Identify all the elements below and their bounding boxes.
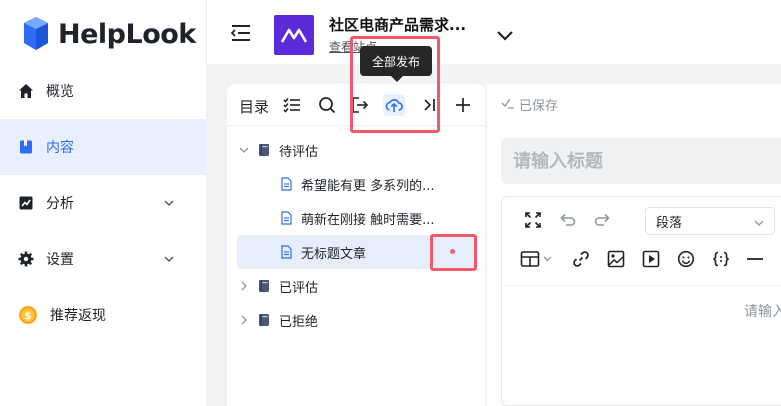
sidebar-item-settings[interactable]: 设置 (0, 231, 207, 287)
saved-check-icon (501, 97, 515, 113)
tree-folder-pending[interactable]: 待评估 (237, 133, 475, 167)
fullscreen-icon[interactable] (522, 209, 544, 231)
toolbar-divider (502, 285, 781, 286)
tree-doc-item[interactable]: 萌新在刚接 触时需要... (237, 201, 475, 235)
tree-doc-item[interactable]: 希望能有更 多系列的... (237, 167, 475, 201)
sidebar-item-analysis[interactable]: 分析 (0, 175, 207, 231)
chevron-down-icon (754, 217, 764, 232)
sidebar-item-label: 内容 (46, 140, 74, 156)
folder-book-icon (257, 313, 271, 327)
undo-icon[interactable] (556, 209, 578, 231)
emoji-icon[interactable] (675, 248, 697, 270)
sidebar-item-overview[interactable]: 概览 (0, 63, 207, 119)
tree-folder-evaluated[interactable]: 已评估 (237, 269, 475, 303)
tree-item-label: 希望能有更 多系列的... (301, 178, 435, 194)
paragraph-style-value: 段落 (656, 215, 683, 231)
knowledge-base-title[interactable]: 社区电商产品需求... (329, 14, 466, 35)
menu-collapse-icon[interactable] (230, 24, 251, 42)
gear-icon (18, 251, 34, 267)
editor-body-placeholder[interactable]: 请输入 (744, 301, 781, 321)
knowledge-base-logo[interactable] (274, 15, 314, 55)
sidebar-item-label: 推荐返现 (50, 308, 106, 324)
link-icon[interactable] (570, 248, 592, 270)
highlight-publish-button (350, 36, 440, 133)
document-icon (279, 211, 293, 225)
add-icon[interactable] (452, 94, 474, 116)
paragraph-style-select[interactable]: 段落 (645, 207, 775, 235)
tree-folder-rejected[interactable]: 已拒绝 (237, 303, 475, 337)
chevron-down-icon[interactable] (237, 143, 251, 157)
unpublished-dot (450, 249, 455, 254)
sidebar-item-content[interactable]: 内容 (0, 119, 207, 175)
brand-logo[interactable]: HelpLook (22, 14, 196, 54)
helplook-logo-icon (22, 17, 50, 51)
tree-item-label: 已拒绝 (279, 314, 319, 330)
tree-item-label: 待评估 (279, 144, 319, 160)
tree-item-label: 无标题文章 (301, 246, 367, 262)
coin-icon: $ (18, 305, 38, 325)
table-icon[interactable] (520, 248, 554, 270)
horizontal-rule-icon[interactable] (744, 248, 766, 270)
editor-panel: 已保存 段落 (487, 84, 781, 406)
sidebar: HelpLook 概览 内容 分析 设置 $ 推荐返现 (0, 0, 207, 406)
sidebar-item-label: 概览 (46, 84, 74, 100)
rich-text-editor: 段落 请输入 (501, 196, 781, 406)
code-block-icon[interactable] (710, 248, 732, 270)
folder-book-icon (257, 143, 271, 157)
chevron-right-icon[interactable] (237, 313, 251, 327)
chevron-down-icon (163, 253, 175, 269)
tree-item-label: 萌新在刚接 触时需要... (301, 212, 435, 228)
chevron-down-icon[interactable] (496, 28, 514, 42)
redo-icon[interactable] (592, 209, 614, 231)
title-input[interactable] (501, 138, 781, 184)
chevron-down-icon (163, 197, 175, 213)
directory-title: 目录 (239, 98, 270, 116)
outline-list-icon[interactable] (281, 94, 303, 116)
sidebar-item-label: 分析 (46, 196, 74, 212)
image-icon[interactable] (605, 248, 627, 270)
brand-name: HelpLook (58, 18, 196, 50)
document-icon (279, 177, 293, 191)
folder-book-icon (257, 279, 271, 293)
sidebar-item-referral[interactable]: $ 推荐返现 (0, 287, 207, 343)
tree-item-label: 已评估 (279, 280, 319, 296)
home-icon (18, 83, 34, 99)
sidebar-item-label: 设置 (46, 252, 74, 268)
save-status: 已保存 (501, 95, 558, 114)
chevron-right-icon[interactable] (237, 279, 251, 293)
svg-text:$: $ (25, 311, 32, 322)
book-icon (18, 139, 34, 155)
save-status-label: 已保存 (519, 99, 559, 114)
chart-icon (18, 195, 34, 211)
document-icon (279, 245, 293, 259)
video-icon[interactable] (640, 248, 662, 270)
search-icon[interactable] (316, 94, 338, 116)
